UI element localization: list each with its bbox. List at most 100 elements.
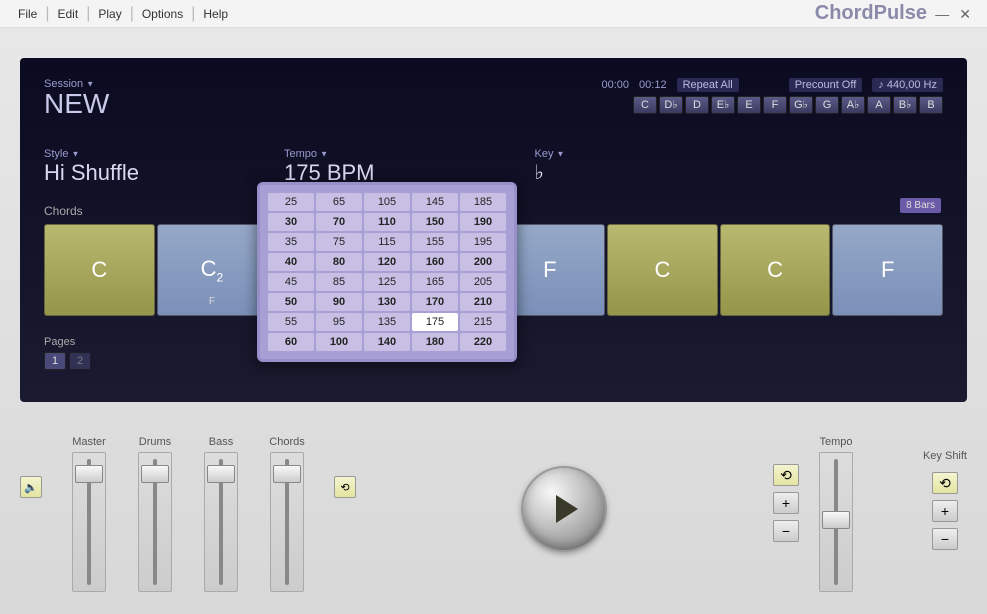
page-button-1[interactable]: 1 xyxy=(44,352,66,370)
chord-slot-7[interactable]: F xyxy=(832,224,943,316)
tempo-option-75[interactable]: 75 xyxy=(316,233,362,251)
tempo-option-140[interactable]: 140 xyxy=(364,333,410,351)
precount-mode[interactable]: Precount Off xyxy=(789,78,863,92)
tempo-option-45[interactable]: 45 xyxy=(268,273,314,291)
key-button-E[interactable]: E xyxy=(737,96,761,114)
tempo-option-130[interactable]: 130 xyxy=(364,293,410,311)
repeat-mode[interactable]: Repeat All xyxy=(677,78,739,92)
key-button-D[interactable]: D xyxy=(685,96,709,114)
tempo-option-40[interactable]: 40 xyxy=(268,253,314,271)
tempo-option-110[interactable]: 110 xyxy=(364,213,410,231)
play-button[interactable] xyxy=(521,466,607,552)
transport-len: 00:12 xyxy=(639,79,667,91)
tempo-option-60[interactable]: 60 xyxy=(268,333,314,351)
menu-play[interactable]: Play xyxy=(90,3,129,25)
session-title: NEW xyxy=(44,90,109,118)
tempo-option-70[interactable]: 70 xyxy=(316,213,362,231)
keyshift-minus-button[interactable]: − xyxy=(932,528,958,550)
tempo-option-155[interactable]: 155 xyxy=(412,233,458,251)
solo-button[interactable]: ⟲ xyxy=(334,476,356,498)
tempo-minus-button[interactable]: − xyxy=(773,520,799,542)
key-button-Ab[interactable]: A♭ xyxy=(841,96,865,114)
transport-pos: 00:00 xyxy=(602,79,630,91)
key-button-Bb[interactable]: B♭ xyxy=(893,96,917,114)
tempo-option-215[interactable]: 215 xyxy=(460,313,506,331)
tempo-option-90[interactable]: 90 xyxy=(316,293,362,311)
key-button-Eb[interactable]: E♭ xyxy=(711,96,735,114)
tempo-reset-button[interactable]: ⟲ xyxy=(773,464,799,486)
menu-file[interactable]: File xyxy=(10,3,45,25)
keyshift-plus-button[interactable]: + xyxy=(932,500,958,522)
bars-chip[interactable]: 8 Bars xyxy=(900,198,941,213)
tempo-option-80[interactable]: 80 xyxy=(316,253,362,271)
tempo-option-50[interactable]: 50 xyxy=(268,293,314,311)
tempo-option-200[interactable]: 200 xyxy=(460,253,506,271)
tempo-label[interactable]: Tempo ▼ xyxy=(284,148,375,160)
minimize-icon[interactable]: — xyxy=(935,6,949,23)
tempo-popup: 2565105145185 3070110150190 3575115155195 4… xyxy=(257,182,517,362)
key-button-G[interactable]: G xyxy=(815,96,839,114)
mixer-panel: 🔈 MasterDrumsBassChords ⟲ ⟲ + − Tempo Ke… xyxy=(0,424,987,614)
fader-master[interactable] xyxy=(72,452,106,592)
tempo-plus-button[interactable]: + xyxy=(773,492,799,514)
fader-bass[interactable] xyxy=(204,452,238,592)
tempo-option-165[interactable]: 165 xyxy=(412,273,458,291)
tempo-option-210[interactable]: 210 xyxy=(460,293,506,311)
tempo-option-95[interactable]: 95 xyxy=(316,313,362,331)
fader-label-drums: Drums xyxy=(139,436,171,448)
key-button-Gb[interactable]: G♭ xyxy=(789,96,813,114)
key-button-Db[interactable]: D♭ xyxy=(659,96,683,114)
fader-drums[interactable] xyxy=(138,452,172,592)
close-icon[interactable]: ✕ xyxy=(959,6,971,23)
page-button-2[interactable]: 2 xyxy=(69,352,91,370)
tempo-option-35[interactable]: 35 xyxy=(268,233,314,251)
tuning[interactable]: ♪ 440,00 Hz xyxy=(872,78,943,92)
tempo-option-115[interactable]: 115 xyxy=(364,233,410,251)
tempo-option-150[interactable]: 150 xyxy=(412,213,458,231)
key-label[interactable]: Key ▼ xyxy=(535,148,565,160)
key-button-C[interactable]: C xyxy=(633,96,657,114)
key-value: ♭ xyxy=(535,160,565,185)
fader-label-bass: Bass xyxy=(209,436,233,448)
tempo-option-185[interactable]: 185 xyxy=(460,193,506,211)
mute-button[interactable]: 🔈 xyxy=(20,476,42,498)
tempo-option-160[interactable]: 160 xyxy=(412,253,458,271)
tempo-option-85[interactable]: 85 xyxy=(316,273,362,291)
key-button-A[interactable]: A xyxy=(867,96,891,114)
tempo-option-55[interactable]: 55 xyxy=(268,313,314,331)
tempo-option-180[interactable]: 180 xyxy=(412,333,458,351)
tempo-option-220[interactable]: 220 xyxy=(460,333,506,351)
menu-options[interactable]: Options xyxy=(134,3,191,25)
tempo-option-190[interactable]: 190 xyxy=(460,213,506,231)
menu-help[interactable]: Help xyxy=(195,3,236,25)
tempo-option-135[interactable]: 135 xyxy=(364,313,410,331)
tempo-option-65[interactable]: 65 xyxy=(316,193,362,211)
menu-edit[interactable]: Edit xyxy=(50,3,87,25)
style-value: Hi Shuffle xyxy=(44,160,244,186)
tempo-option-125[interactable]: 125 xyxy=(364,273,410,291)
key-button-row: CD♭DE♭EFG♭GA♭AB♭B xyxy=(633,96,943,114)
chord-slot-5[interactable]: C xyxy=(607,224,718,316)
app-brand: ChordPulse xyxy=(815,2,927,25)
play-icon xyxy=(556,495,578,523)
fader-label-master: Master xyxy=(72,436,106,448)
chord-slot-6[interactable]: C xyxy=(720,224,831,316)
keyshift-reset-button[interactable]: ⟲ xyxy=(932,472,958,494)
tempo-option-25[interactable]: 25 xyxy=(268,193,314,211)
chord-slot-1[interactable]: C2F xyxy=(157,224,268,316)
style-label[interactable]: Style ▼ xyxy=(44,148,244,160)
tempo-option-100[interactable]: 100 xyxy=(316,333,362,351)
chord-slot-0[interactable]: C xyxy=(44,224,155,316)
tempo-option-195[interactable]: 195 xyxy=(460,233,506,251)
fader-chords[interactable] xyxy=(270,452,304,592)
tempo-option-205[interactable]: 205 xyxy=(460,273,506,291)
tempo-option-170[interactable]: 170 xyxy=(412,293,458,311)
key-button-F[interactable]: F xyxy=(763,96,787,114)
tempo-option-120[interactable]: 120 xyxy=(364,253,410,271)
tempo-option-30[interactable]: 30 xyxy=(268,213,314,231)
key-button-B[interactable]: B xyxy=(919,96,943,114)
tempo-option-145[interactable]: 145 xyxy=(412,193,458,211)
tempo-option-105[interactable]: 105 xyxy=(364,193,410,211)
tempo-fader[interactable] xyxy=(819,452,853,592)
tempo-option-175[interactable]: 175 xyxy=(412,313,458,331)
